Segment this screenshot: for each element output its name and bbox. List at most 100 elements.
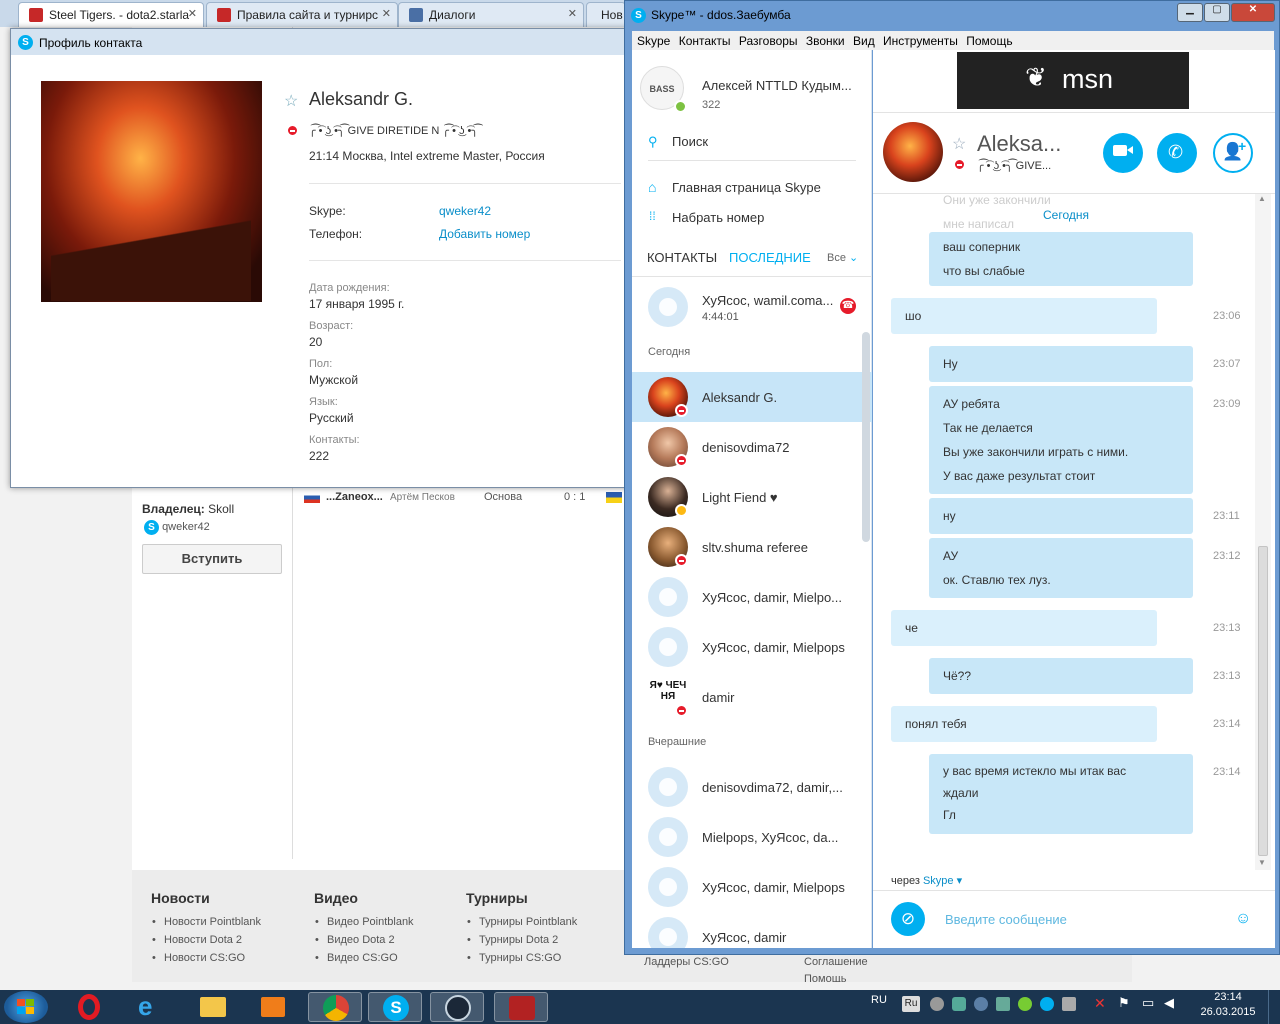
contact-item-group[interactable]: ХуЯсос, damir, Mielpops — [632, 862, 872, 912]
footer-link[interactable]: Турниры CS:GO — [467, 952, 577, 964]
chevron-down-icon[interactable]: ▾ — [954, 875, 963, 887]
add-people-button[interactable]: 👤 + — [1213, 133, 1253, 173]
footer-link[interactable]: Турниры Pointblank — [467, 916, 577, 928]
language-indicator[interactable]: RU — [871, 994, 887, 1006]
network-error-icon[interactable]: ✕ — [1094, 995, 1106, 1012]
taskbar-skype[interactable]: S — [368, 992, 422, 1022]
keyboard-layout-icon[interactable]: Ru — [902, 996, 920, 1012]
my-name[interactable]: Алексей NTTLD Кудым... — [702, 78, 852, 93]
taskbar-media[interactable] — [246, 992, 300, 1022]
attach-button[interactable]: ⊘ — [891, 902, 925, 936]
tray-icon[interactable] — [930, 997, 944, 1011]
steam-tray-icon[interactable] — [974, 997, 988, 1011]
sidebar-scrollbar[interactable] — [862, 332, 870, 542]
flag-tray-icon[interactable]: ⚑ — [1118, 995, 1130, 1011]
video-call-button[interactable] — [1103, 133, 1143, 173]
add-phone-link[interactable]: Добавить номер — [439, 227, 530, 241]
taskbar-chrome[interactable] — [308, 992, 362, 1022]
message-bubble-incoming[interactable]: Ну — [929, 346, 1193, 382]
menu-conversations[interactable]: Разговоры — [739, 34, 798, 48]
footer-link[interactable]: Новости Dota 2 — [152, 934, 261, 946]
maximize-button[interactable]: ▢ — [1204, 3, 1230, 22]
match-row[interactable]: ...Zaneox... Артём Песков Основа 0 : 1 — [302, 489, 622, 509]
end-call-icon[interactable]: ☎ — [840, 298, 856, 314]
browser-tab-dialogs[interactable]: Диалоги ✕ — [398, 2, 584, 27]
audio-call-button[interactable]: ✆ — [1157, 133, 1197, 173]
taskbar-explorer[interactable] — [186, 992, 240, 1022]
browser-tab-rules[interactable]: Правила сайта и турнирс ✕ — [206, 2, 398, 27]
message-bubble-incoming[interactable]: у вас время истекло мы итак вас ждали Гл — [929, 754, 1193, 834]
message-bubble-outgoing[interactable]: шо — [891, 298, 1157, 334]
tray-icon[interactable] — [996, 997, 1010, 1011]
contact-item-group[interactable]: Mielpops, ХуЯсос, da... — [632, 812, 872, 862]
tray-icon[interactable] — [1018, 997, 1032, 1011]
chat-scrollbar-thumb[interactable] — [1258, 546, 1268, 856]
footer-link[interactable]: Соглашение — [804, 956, 868, 968]
scroll-down-icon[interactable]: ▼ — [1258, 858, 1266, 867]
minimize-button[interactable]: ▁ — [1177, 3, 1203, 22]
browser-tab-steel-tigers[interactable]: Steel Tigers. - dota2.starla ✕ — [18, 2, 204, 27]
footer-link[interactable]: Турниры Dota 2 — [467, 934, 577, 946]
tray-icon[interactable] — [1062, 997, 1076, 1011]
tray-icon[interactable] — [952, 997, 966, 1011]
browser-tab-news[interactable]: Нов — [586, 2, 626, 27]
skype-tray-icon[interactable] — [1040, 997, 1054, 1011]
message-bubble-incoming[interactable]: ваш соперник что вы слабые — [929, 232, 1193, 286]
contact-item-group[interactable]: ХуЯсос, damir, Mielpops — [632, 622, 872, 672]
contact-item-group[interactable]: denisovdima72, damir,... — [632, 762, 872, 812]
clock[interactable]: 23:14 26.03.2015 — [1198, 990, 1258, 1020]
taskbar-opera[interactable] — [62, 992, 116, 1022]
close-tab-icon[interactable]: ✕ — [568, 7, 577, 20]
close-tab-icon[interactable]: ✕ — [382, 7, 391, 20]
message-bubble-incoming[interactable]: ну — [929, 498, 1193, 534]
favorite-star-icon[interactable]: ☆ — [284, 91, 298, 111]
show-desktop-button[interactable] — [1268, 990, 1280, 1024]
message-bubble-incoming[interactable]: АУ ок. Ставлю тех луз. — [929, 538, 1193, 598]
emoticon-icon[interactable]: ☺ — [1235, 910, 1251, 928]
close-tab-icon[interactable]: ✕ — [188, 7, 197, 20]
contact-item-sltv-shuma[interactable]: sltv.shuma referee — [632, 522, 872, 572]
menu-view[interactable]: Вид — [853, 34, 875, 48]
start-button[interactable] — [4, 991, 48, 1023]
menu-help[interactable]: Помощь — [966, 34, 1012, 48]
tab-contacts[interactable]: КОНТАКТЫ — [647, 250, 717, 265]
taskbar-steam[interactable] — [430, 992, 484, 1022]
contact-item-denisovdima72[interactable]: denisovdima72 — [632, 422, 872, 472]
contact-item-group[interactable]: ХуЯсос, damir — [632, 912, 872, 948]
menu-skype[interactable]: Skype — [637, 34, 670, 48]
taskbar-dota[interactable] — [494, 992, 548, 1022]
tab-recent[interactable]: ПОСЛЕДНИЕ — [729, 250, 811, 265]
chat-scrollbar-track[interactable]: ▲ ▼ — [1255, 194, 1271, 870]
owner-name[interactable]: Skoll — [208, 502, 234, 516]
chat-contact-avatar[interactable] — [883, 122, 943, 182]
recent-call-item[interactable]: ХуЯсос, wamil.coma... 4:44:01 ☎ — [632, 282, 872, 332]
filter-dropdown[interactable]: Все ⌄ — [827, 251, 858, 264]
dial-number-link[interactable]: Набрать номер — [672, 210, 764, 225]
footer-link[interactable]: Новости Pointblank — [152, 916, 261, 928]
taskbar-ie[interactable]: e — [124, 991, 178, 1022]
contact-item-light-fiend[interactable]: Light Fiend ♥ — [632, 472, 872, 522]
contact-item-damir[interactable]: Я♥ ЧЕЧ НЯ damir — [632, 672, 872, 722]
message-bubble-outgoing[interactable]: понял тебя — [891, 706, 1157, 742]
join-button[interactable]: Вступить — [142, 544, 282, 574]
menu-contacts[interactable]: Контакты — [679, 34, 731, 48]
close-button[interactable]: ✕ — [1231, 3, 1275, 22]
menu-tools[interactable]: Инструменты — [883, 34, 958, 48]
scroll-up-icon[interactable]: ▲ — [1258, 194, 1266, 203]
message-bubble-outgoing[interactable]: че — [891, 610, 1157, 646]
display-tray-icon[interactable]: ▭ — [1142, 995, 1154, 1011]
footer-link[interactable]: Помощь — [804, 973, 847, 982]
contact-item-aleksandr[interactable]: Aleksandr G. — [632, 372, 872, 422]
footer-link[interactable]: Новости CS:GO — [152, 952, 261, 964]
menu-calls[interactable]: Звонки — [806, 34, 845, 48]
contact-item-group[interactable]: ХуЯсос, damir, Mielpo... — [632, 572, 872, 622]
footer-link[interactable]: Видео Dota 2 — [315, 934, 414, 946]
footer-link[interactable]: Видео CS:GO — [315, 952, 414, 964]
send-via-dropdown[interactable]: Skype — [923, 875, 954, 887]
volume-icon[interactable]: ◀ — [1164, 995, 1174, 1011]
message-bubble-incoming[interactable]: Чё?? — [929, 658, 1193, 694]
footer-link[interactable]: Ладдеры CS:GO — [644, 956, 729, 968]
skype-name-link[interactable]: qweker42 — [439, 204, 491, 218]
message-bubble-incoming[interactable]: АУ ребята Так не делается Вы уже закончи… — [929, 386, 1193, 494]
skype-home-link[interactable]: Главная страница Skype — [672, 180, 821, 195]
